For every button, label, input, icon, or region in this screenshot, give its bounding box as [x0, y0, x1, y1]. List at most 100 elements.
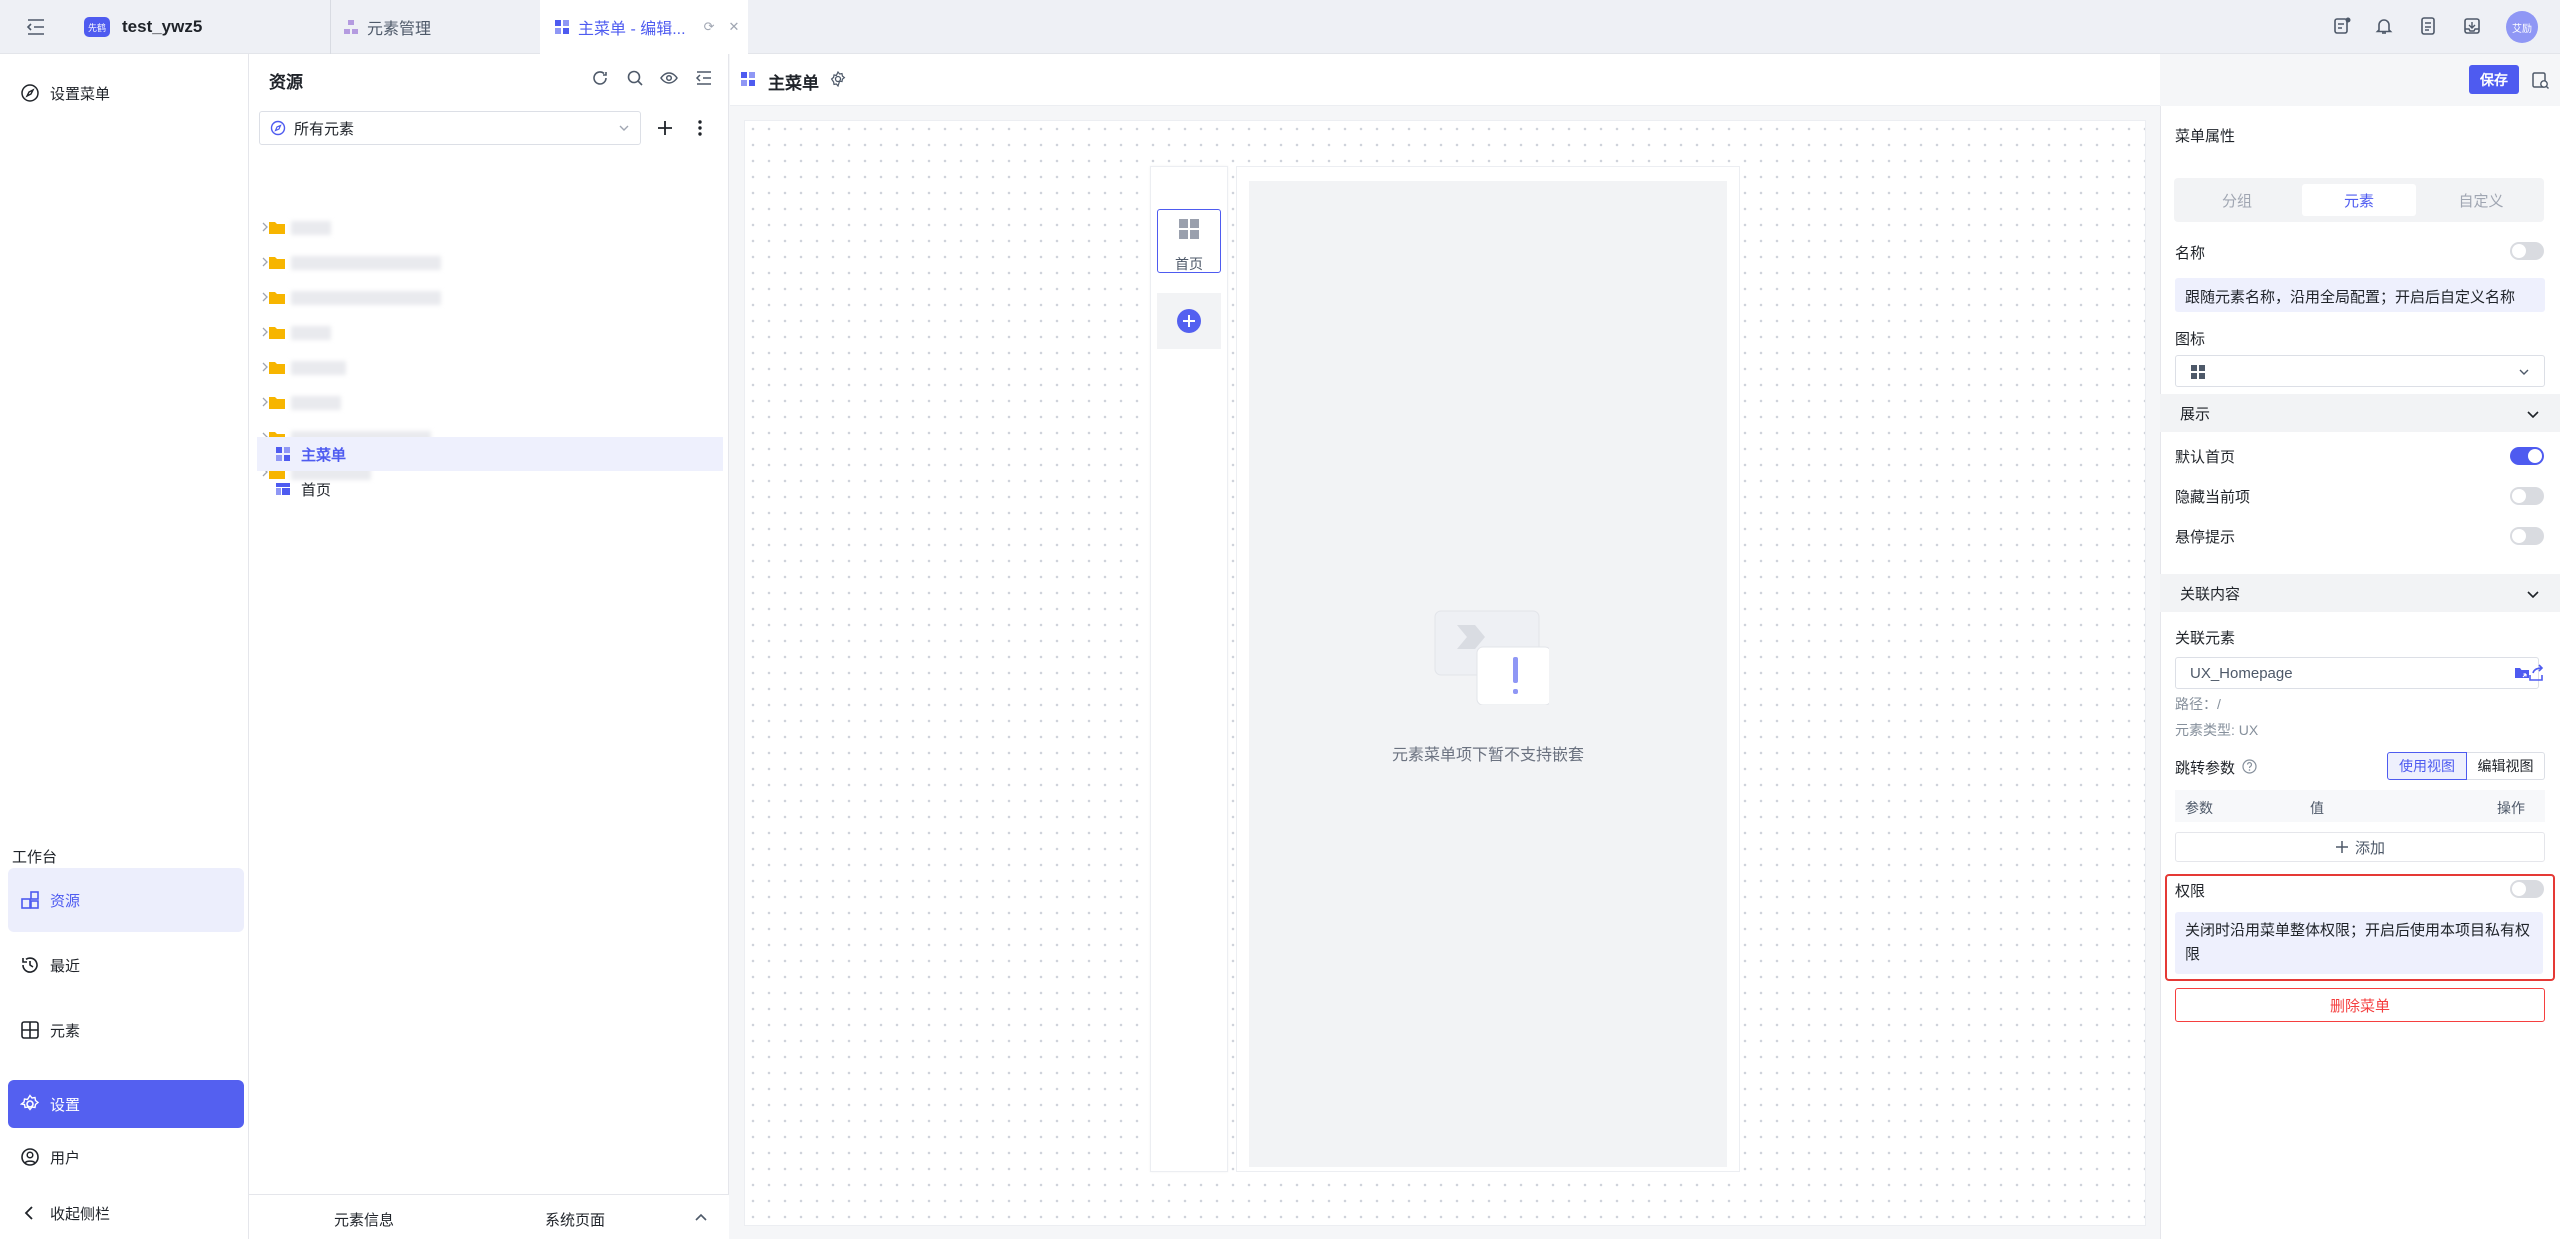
menu-item-home[interactable]: 首页: [1157, 209, 1221, 273]
nav-label: 收起侧栏: [50, 1205, 111, 1223]
folder-row[interactable]: [257, 247, 723, 279]
edit-view-button[interactable]: 编辑视图: [2467, 752, 2545, 780]
folder-row[interactable]: [257, 352, 723, 384]
left-navigation: 设置菜单 工作台 资源 最近 元素 设置 用户 收起侧栏: [0, 54, 249, 1239]
obscured-name: [291, 326, 331, 340]
chevron-up-icon[interactable]: [693, 1209, 709, 1225]
tree-item-main-menu[interactable]: 主菜单: [257, 437, 723, 471]
tab-main-menu-edit[interactable]: 主菜单 - 编辑... ⟳ ✕: [540, 0, 748, 54]
caret-right-icon[interactable]: [261, 397, 269, 407]
caret-right-icon[interactable]: [261, 222, 269, 232]
caret-right-icon[interactable]: [261, 257, 269, 267]
nav-recent[interactable]: 最近: [8, 944, 244, 986]
tree-item-label: 首页: [301, 481, 332, 499]
permission-toggle[interactable]: [2510, 880, 2544, 898]
refresh-icon[interactable]: ⟳: [704, 19, 715, 35]
default-home-toggle[interactable]: [2510, 447, 2544, 465]
hover-tip-label: 悬停提示: [2175, 529, 2236, 546]
menu-grid-icon: [740, 71, 756, 87]
resource-footer: 元素信息 系统页面: [249, 1194, 729, 1239]
delete-menu-button[interactable]: 删除菜单: [2175, 988, 2545, 1022]
folder-row[interactable]: [257, 387, 723, 419]
caret-right-icon[interactable]: [261, 292, 269, 302]
app-badge: 先鹤: [84, 17, 110, 37]
seg-group[interactable]: 分组: [2180, 184, 2294, 216]
icon-select[interactable]: [2175, 355, 2545, 387]
seg-element[interactable]: 元素: [2302, 184, 2416, 216]
element-tree-icon: [343, 19, 359, 35]
preview-icon[interactable]: [2530, 70, 2550, 90]
more-icon[interactable]: [693, 117, 707, 139]
collapse-panel-icon[interactable]: [695, 69, 713, 87]
nav-label: 用户: [50, 1149, 81, 1167]
nav-resources[interactable]: 资源: [8, 868, 244, 932]
menu-item-label: 首页: [1175, 256, 1203, 272]
nav-label: 最近: [50, 957, 81, 975]
resource-panel-title: 资源: [269, 73, 303, 92]
folder-row[interactable]: [257, 282, 723, 314]
folder-row[interactable]: [257, 317, 723, 349]
seg-custom[interactable]: 自定义: [2424, 184, 2538, 216]
caret-right-icon[interactable]: [261, 327, 269, 337]
bell-icon[interactable]: [2374, 16, 2394, 36]
path-text: 路径：/: [2175, 696, 2221, 712]
close-icon[interactable]: ✕: [728, 19, 739, 35]
related-element-field[interactable]: UX_Homepage: [2175, 657, 2539, 689]
element-type-text: 元素类型: UX: [2175, 722, 2259, 738]
folder-row[interactable]: [257, 212, 723, 244]
compass-icon: [270, 120, 286, 136]
tab-label: 主菜单 - 编辑...: [578, 21, 686, 38]
nav-settings[interactable]: 设置: [8, 1080, 244, 1128]
chevron-down-icon: [618, 122, 630, 134]
hover-tip-toggle[interactable]: [2510, 527, 2544, 545]
section-title: 展示: [2180, 405, 2211, 423]
toggle-sidebar-icon[interactable]: [26, 18, 46, 36]
system-pages-tab[interactable]: 系统页面: [545, 1209, 605, 1230]
tree-item-label: 主菜单: [301, 446, 347, 464]
chevron-down-icon: [2526, 587, 2540, 601]
document-icon[interactable]: [2418, 16, 2438, 36]
collapse-sidebar-button[interactable]: 收起侧栏: [8, 1192, 244, 1234]
name-toggle[interactable]: [2510, 242, 2544, 260]
nav-setup-menu[interactable]: 设置菜单: [8, 72, 244, 114]
search-icon[interactable]: [626, 69, 644, 87]
app-name[interactable]: test_ywz5: [122, 17, 202, 37]
add-param-button[interactable]: 添加: [2175, 832, 2545, 862]
add-menu-item-button[interactable]: [1157, 293, 1221, 349]
obscured-name: [291, 221, 331, 235]
share-icon[interactable]: [2527, 664, 2545, 682]
folder-icon: [269, 360, 285, 374]
compass-icon: [20, 83, 40, 103]
empty-state-illustration: [1429, 605, 1549, 705]
hide-current-toggle[interactable]: [2510, 487, 2544, 505]
filter-value: 所有元素: [294, 120, 355, 138]
use-view-button[interactable]: 使用视图: [2387, 752, 2467, 780]
related-section-header[interactable]: 关联内容: [2160, 574, 2560, 612]
default-home-label: 默认首页: [2175, 449, 2236, 466]
eye-icon[interactable]: [660, 69, 678, 87]
folder-icon: [269, 290, 285, 304]
display-section-header[interactable]: 展示: [2160, 394, 2560, 432]
add-resource-icon[interactable]: [654, 117, 676, 139]
resource-panel: 资源 所有元素 主菜单 首页 元素信息 系统页面: [249, 54, 729, 1239]
section-title: 关联内容: [2180, 585, 2241, 603]
nav-users[interactable]: 用户: [8, 1136, 244, 1178]
refresh-icon[interactable]: [591, 69, 609, 87]
inbox-icon[interactable]: [2462, 16, 2482, 36]
gear-icon[interactable]: [830, 71, 846, 87]
nav-label: 设置菜单: [50, 85, 111, 103]
avatar[interactable]: 艾励: [2506, 11, 2538, 43]
element-info-tab[interactable]: 元素信息: [334, 1209, 394, 1230]
element-filter-select[interactable]: 所有元素: [259, 111, 641, 145]
tab-element-management[interactable]: 元素管理: [330, 0, 540, 54]
tree-item-home[interactable]: 首页: [257, 472, 723, 506]
help-icon[interactable]: [2242, 759, 2257, 774]
nested-area: 元素菜单项下暂不支持嵌套: [1249, 181, 1727, 1167]
gear-icon: [20, 1094, 40, 1114]
nav-elements[interactable]: 元素: [8, 1009, 244, 1051]
todo-icon[interactable]: [2332, 16, 2352, 36]
save-button[interactable]: 保存: [2469, 65, 2519, 94]
action-col: 操作: [2497, 800, 2525, 816]
obscured-name: [291, 256, 441, 270]
caret-right-icon[interactable]: [261, 362, 269, 372]
